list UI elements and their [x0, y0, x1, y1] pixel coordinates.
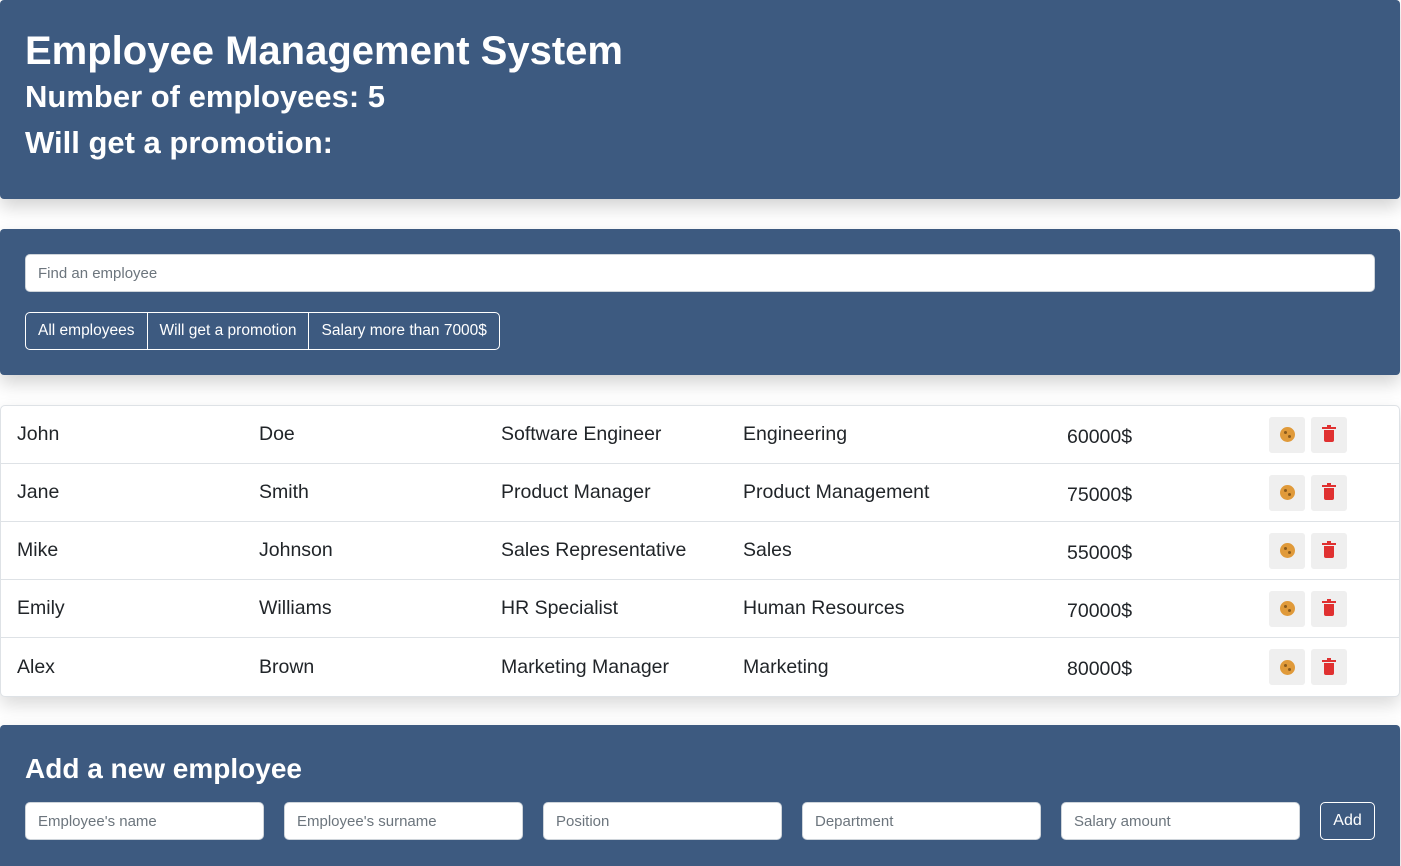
add-button[interactable]: Add	[1320, 802, 1375, 840]
employee-table: John Doe Software Engineer Engineering 6…	[0, 405, 1400, 697]
add-form-title: Add a new employee	[25, 753, 302, 784]
delete-button[interactable]	[1311, 649, 1347, 685]
employee-position: HR Specialist	[501, 597, 619, 619]
trash-icon	[1322, 425, 1336, 442]
employee-name: Jane	[17, 481, 60, 503]
cookie-icon	[1279, 543, 1295, 558]
search-input[interactable]	[25, 254, 1375, 292]
employee-department: Engineering	[743, 423, 848, 445]
trash-icon	[1322, 483, 1336, 500]
cookie-icon	[1279, 485, 1295, 500]
delete-button[interactable]	[1311, 590, 1347, 627]
add-employee-panel: Add a new employee Add	[0, 725, 1400, 866]
table-row: Jane Smith Product Manager Product Manag…	[1, 464, 1399, 522]
table-row: Emily Williams HR Specialist Human Resou…	[1, 580, 1399, 638]
employee-position: Marketing Manager	[501, 655, 669, 678]
employee-name: Mike	[17, 539, 59, 561]
promote-button[interactable]	[1269, 474, 1305, 511]
trash-icon	[1322, 541, 1336, 558]
table-row: John Doe Software Engineer Engineering 6…	[1, 406, 1399, 464]
employee-name: Alex	[17, 655, 55, 678]
delete-button[interactable]	[1311, 474, 1347, 511]
row-actions	[1269, 474, 1347, 511]
employee-position: Sales Representative	[501, 539, 687, 561]
filter-group: All employees Will get a promotion Salar…	[25, 312, 500, 350]
surname-field[interactable]	[284, 802, 523, 840]
promotion-count: Will get a promotion:	[25, 125, 333, 160]
delete-button[interactable]	[1311, 416, 1347, 453]
filter-all-button[interactable]: All employees	[26, 313, 147, 349]
app-header: Employee Management System Number of emp…	[0, 0, 1400, 199]
position-field[interactable]	[543, 802, 782, 840]
row-actions	[1269, 590, 1347, 627]
employee-salary[interactable]: 75000$	[1067, 484, 1132, 507]
employee-surname: Smith	[259, 481, 309, 503]
promote-button[interactable]	[1269, 649, 1305, 685]
trash-icon	[1322, 599, 1336, 616]
employee-surname: Brown	[259, 655, 315, 678]
employee-name: John	[17, 423, 60, 445]
employee-surname: Williams	[259, 597, 332, 619]
employee-surname: Johnson	[259, 539, 333, 561]
employee-salary[interactable]: 60000$	[1067, 426, 1132, 449]
employee-department: Product Management	[743, 481, 930, 503]
employee-name: Emily	[17, 597, 65, 619]
employee-position: Product Manager	[501, 481, 651, 503]
search-panel: All employees Will get a promotion Salar…	[0, 229, 1400, 375]
employee-department: Human Resources	[743, 597, 905, 619]
cookie-icon	[1279, 601, 1295, 616]
filter-promotion-button[interactable]: Will get a promotion	[146, 313, 309, 349]
row-actions	[1269, 649, 1347, 685]
add-form: Add	[25, 802, 1375, 840]
cookie-icon	[1279, 659, 1295, 675]
trash-icon	[1322, 657, 1336, 675]
row-actions	[1269, 416, 1347, 453]
page-title: Employee Management System	[25, 29, 623, 73]
promote-button[interactable]	[1269, 532, 1305, 569]
employee-department: Marketing	[743, 655, 829, 678]
employee-count: Number of employees: 5	[25, 79, 386, 114]
employee-salary[interactable]: 70000$	[1067, 600, 1132, 623]
table-row: Alex Brown Marketing Manager Marketing 8…	[1, 638, 1399, 696]
cookie-icon	[1279, 427, 1295, 442]
employee-salary[interactable]: 80000$	[1067, 658, 1132, 681]
row-actions	[1269, 532, 1347, 569]
name-field[interactable]	[25, 802, 264, 840]
employee-surname: Doe	[259, 423, 295, 445]
table-row: Mike Johnson Sales Representative Sales …	[1, 522, 1399, 580]
employee-salary[interactable]: 55000$	[1067, 542, 1132, 565]
promote-button[interactable]	[1269, 416, 1305, 453]
department-field[interactable]	[802, 802, 1041, 840]
employee-department: Sales	[743, 539, 792, 561]
promote-button[interactable]	[1269, 590, 1305, 627]
employee-position: Software Engineer	[501, 423, 662, 445]
salary-field[interactable]	[1061, 802, 1300, 840]
delete-button[interactable]	[1311, 532, 1347, 569]
filter-salary-button[interactable]: Salary more than 7000$	[308, 313, 498, 349]
